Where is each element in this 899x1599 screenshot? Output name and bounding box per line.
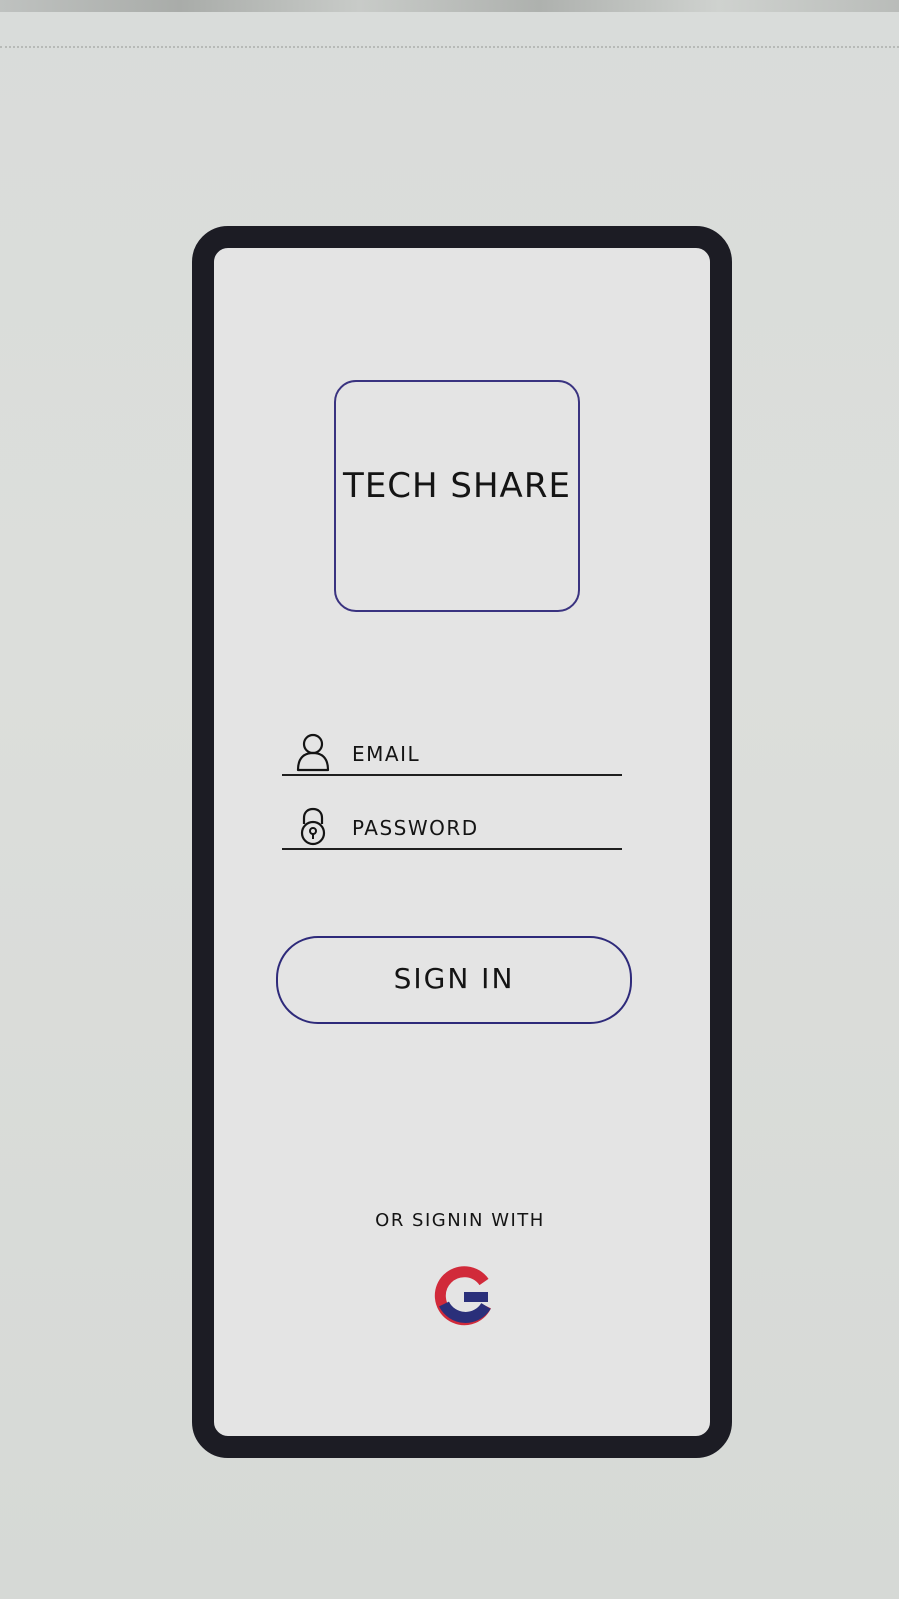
google-signin-button[interactable] <box>432 1264 496 1328</box>
google-icon <box>432 1266 496 1332</box>
sign-in-label: SIGN IN <box>393 962 515 995</box>
password-field[interactable]: PASSWORD <box>282 802 622 850</box>
password-placeholder: PASSWORD <box>352 816 479 840</box>
email-field[interactable]: EMAIL <box>282 728 622 776</box>
app-logo: TECH SHARE <box>334 380 580 612</box>
lock-icon <box>294 806 332 846</box>
sign-in-button[interactable]: SIGN IN <box>276 936 632 1024</box>
alt-signin-text: OR SIGNIN WITH <box>375 1210 545 1231</box>
user-icon <box>294 732 332 772</box>
app-logo-text: TECH SHARE <box>343 466 571 506</box>
email-placeholder: EMAIL <box>352 742 421 766</box>
notebook-edge <box>0 0 899 12</box>
paper-perforation <box>0 46 899 48</box>
